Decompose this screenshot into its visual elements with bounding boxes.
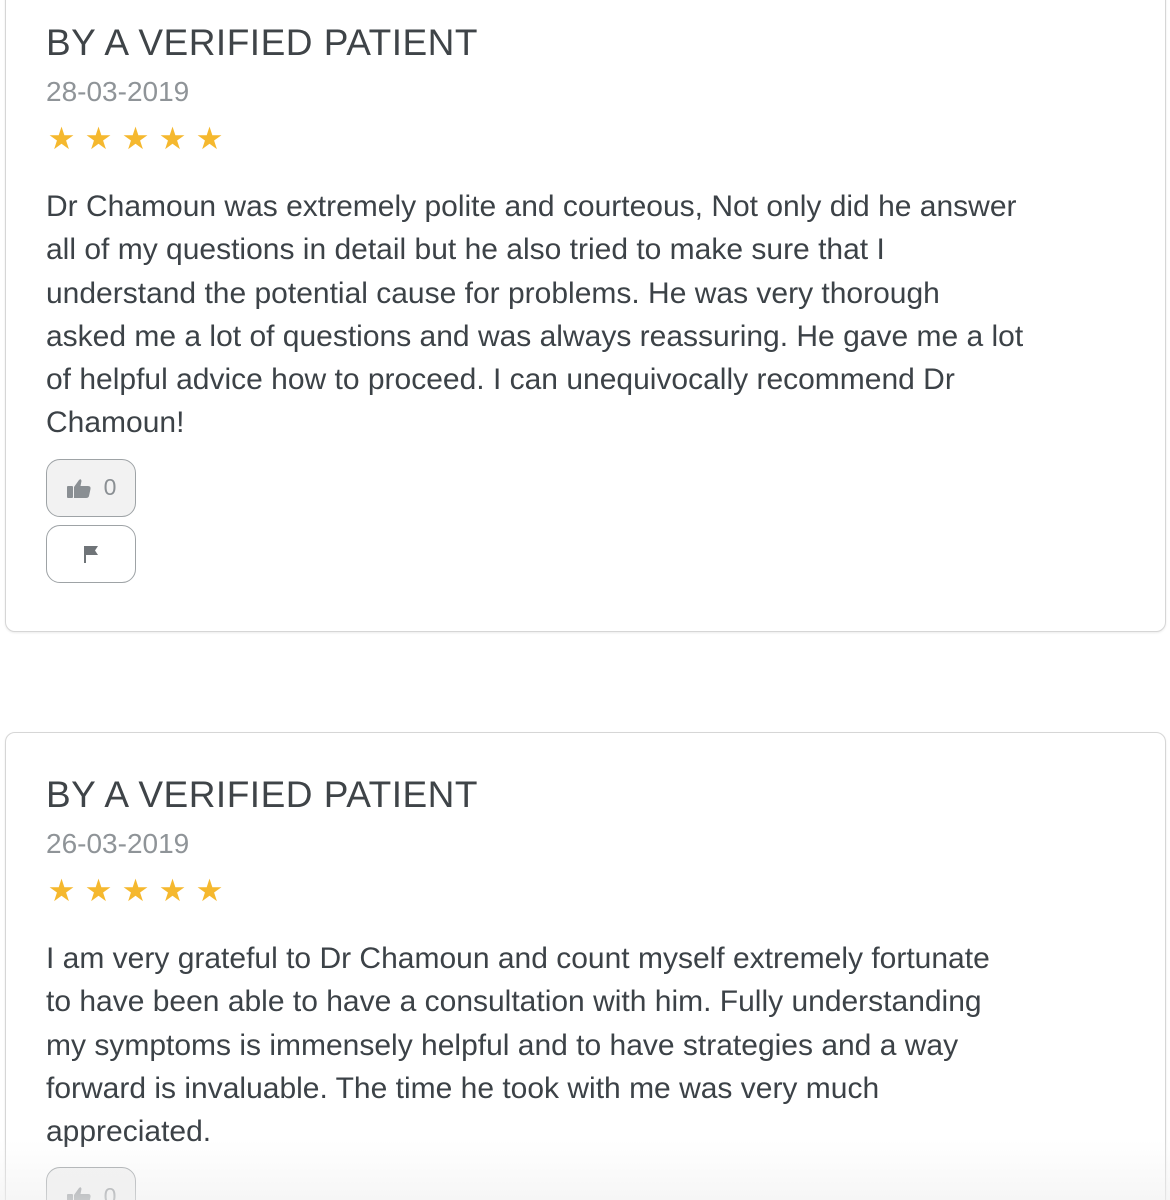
review-date: 28-03-2019 — [46, 76, 190, 107]
flag-icon — [82, 544, 100, 564]
like-button[interactable]: 0 — [46, 458, 136, 517]
review-text: I am very grateful to Dr Chamoun and cou… — [46, 942, 990, 1149]
review-author: BY A VERIFIED PATIENT — [46, 774, 479, 815]
review-author: BY A VERIFIED PATIENT — [46, 22, 479, 63]
star-rating: ★ ★ ★ ★ ★ — [46, 873, 1135, 909]
star-icon: ★ — [121, 121, 150, 156]
star-icon: ★ — [195, 873, 224, 908]
star-rating: ★ ★ ★ ★ ★ — [46, 121, 1135, 157]
review-text: Dr Chamoun was extremely polite and cour… — [46, 190, 1024, 440]
star-icon: ★ — [47, 873, 76, 908]
star-icon: ★ — [121, 873, 150, 908]
star-icon: ★ — [84, 121, 113, 156]
like-button[interactable]: 0 — [46, 1167, 136, 1200]
like-count: 0 — [103, 474, 117, 501]
review-content: BY A VERIFIED PATIENT 28-03-2019 ★ ★ ★ ★… — [46, 21, 1135, 583]
like-count: 0 — [103, 1182, 117, 1200]
thumbs-up-icon — [66, 1185, 92, 1200]
star-icon: ★ — [158, 873, 187, 908]
star-icon: ★ — [47, 121, 76, 156]
report-button[interactable] — [46, 524, 136, 583]
review-date: 26-03-2019 — [46, 828, 190, 859]
star-icon: ★ — [195, 121, 224, 156]
thumbs-up-icon — [66, 477, 92, 499]
review-card: BY A VERIFIED PATIENT 28-03-2019 ★ ★ ★ ★… — [5, 0, 1166, 632]
review-card: BY A VERIFIED PATIENT 26-03-2019 ★ ★ ★ ★… — [5, 732, 1166, 1200]
reviews-page: BY A VERIFIED PATIENT 28-03-2019 ★ ★ ★ ★… — [0, 0, 1170, 1200]
review-content: BY A VERIFIED PATIENT 26-03-2019 ★ ★ ★ ★… — [46, 773, 1135, 1200]
star-icon: ★ — [84, 873, 113, 908]
star-icon: ★ — [158, 121, 187, 156]
